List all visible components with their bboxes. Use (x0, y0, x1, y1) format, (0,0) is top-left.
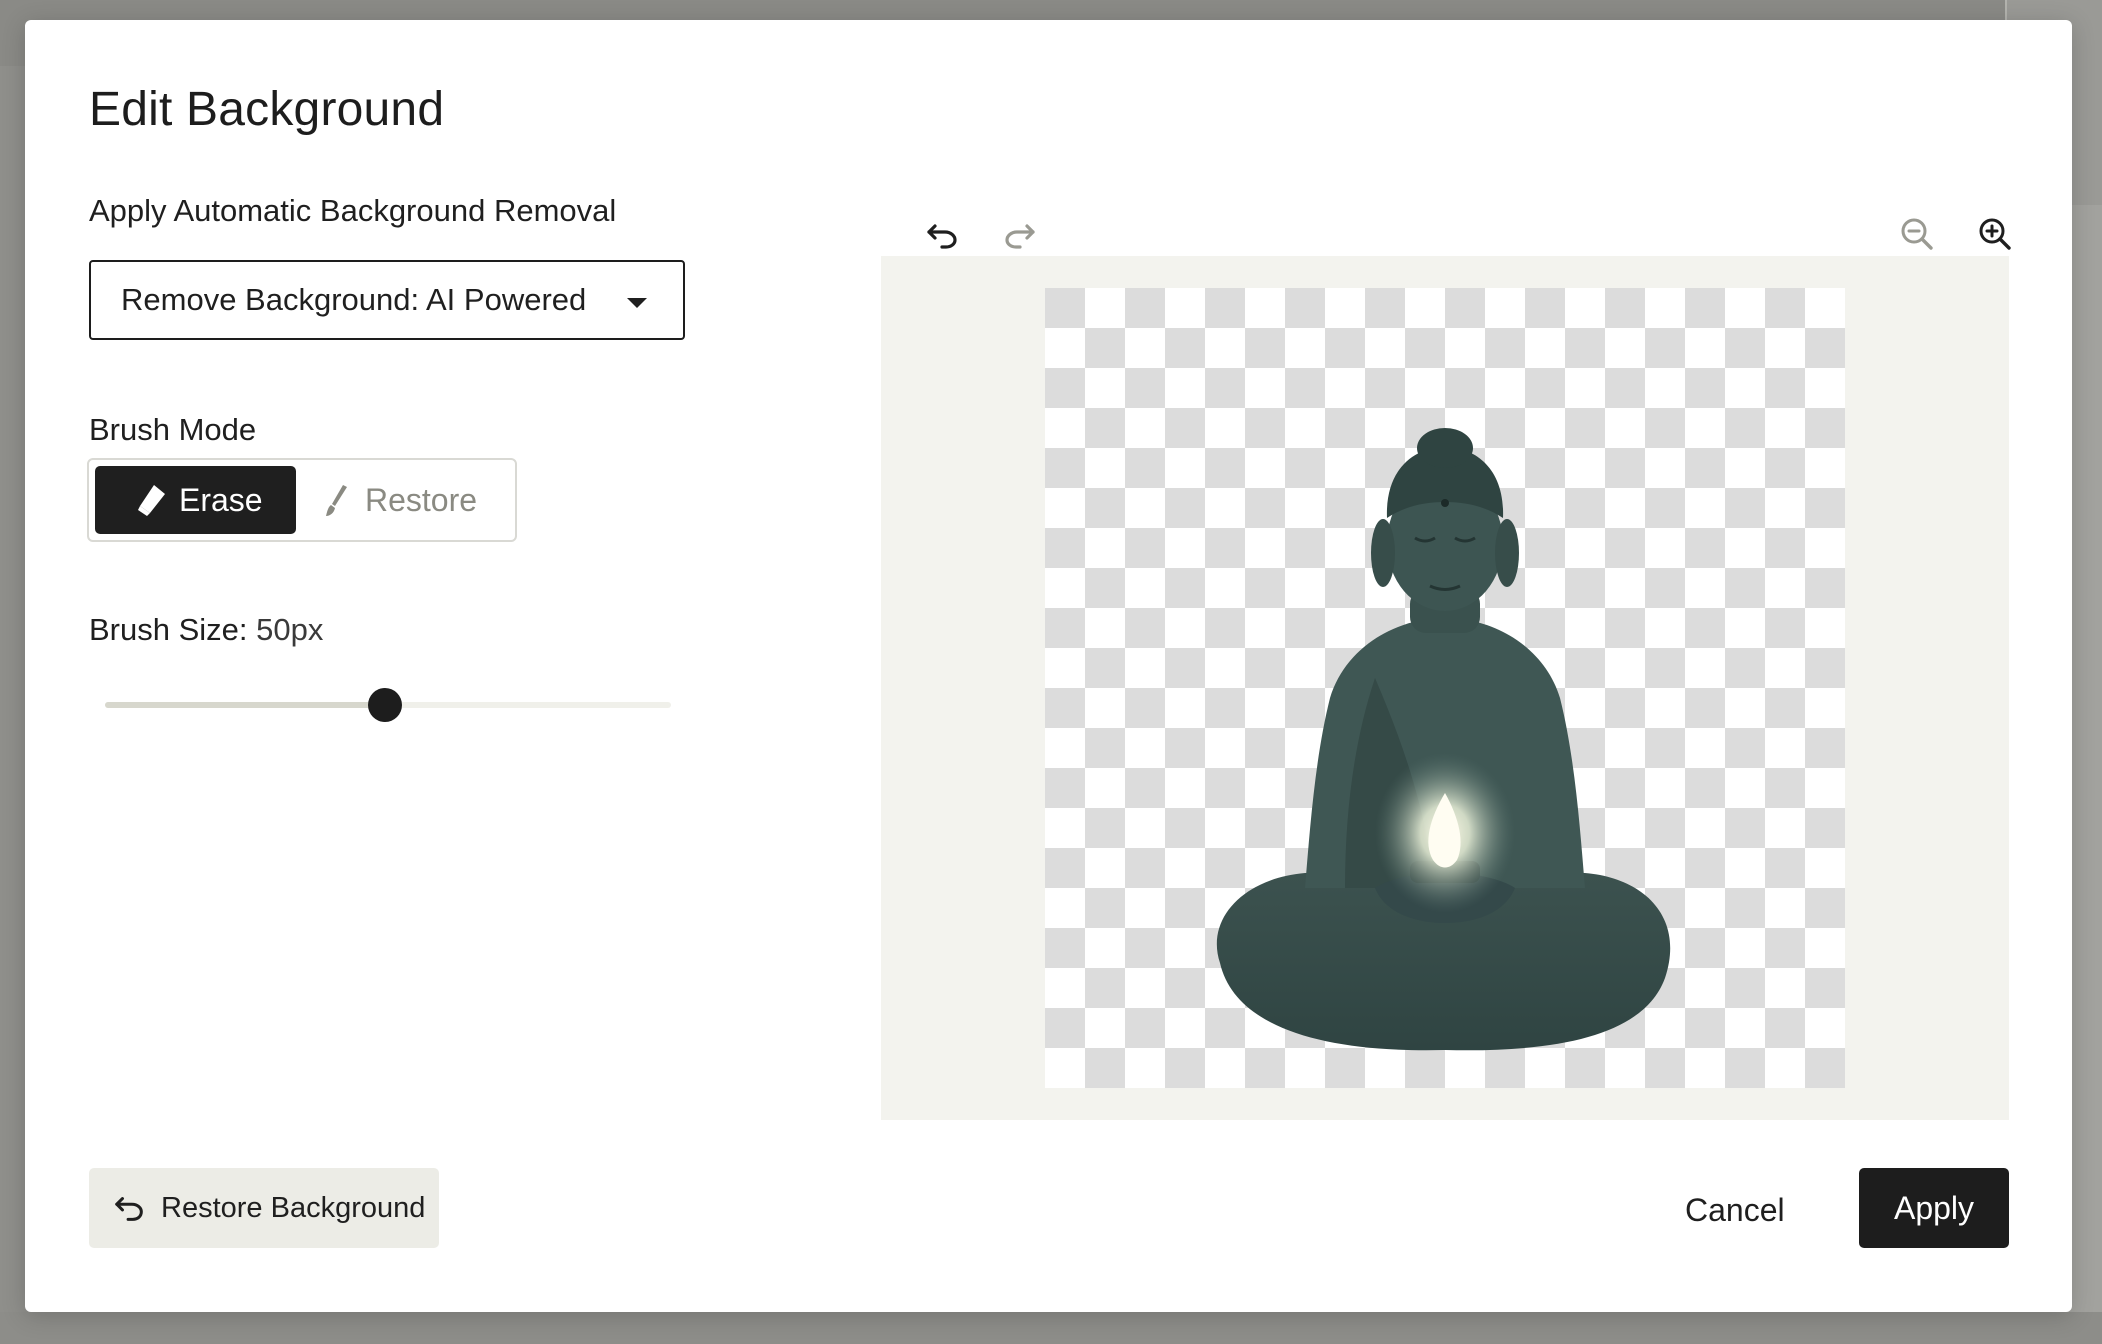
buddha-statue-image (1216, 428, 1671, 1051)
restore-mode-button[interactable]: Restore (315, 466, 505, 534)
restore-mode-label: Restore (365, 481, 478, 518)
erase-mode-button[interactable]: Erase (95, 466, 296, 534)
brush-size-label: Brush Size: 50px (89, 612, 323, 648)
slider-fill (105, 702, 385, 708)
brush-mode-label: Brush Mode (89, 412, 257, 447)
zoom-in-icon[interactable] (1977, 216, 2013, 252)
restore-background-button[interactable]: Restore Background (89, 1168, 439, 1248)
brush-size-title: Brush Size: (89, 612, 248, 647)
slider-thumb[interactable] (368, 688, 402, 722)
undo-icon (115, 1197, 143, 1221)
brush-icon (326, 485, 347, 516)
brush-mode-toggle: Erase Restore (87, 458, 517, 542)
edit-background-dialog: Edit Background Apply Automatic Backgrou… (25, 20, 2072, 1312)
eraser-icon (138, 485, 165, 516)
erase-mode-label: Erase (179, 481, 263, 518)
apply-button[interactable]: Apply (1859, 1168, 2009, 1248)
dropdown-selected-value: Remove Background: AI Powered (121, 282, 587, 317)
dialog-title: Edit Background (89, 83, 445, 136)
chevron-down-icon (627, 298, 647, 308)
cancel-button[interactable]: Cancel (1685, 1188, 1785, 1232)
zoom-out-icon[interactable] (1899, 216, 1935, 252)
image-canvas[interactable] (881, 256, 2009, 1120)
brush-size-slider[interactable] (105, 688, 671, 722)
brush-size-value: 50px (256, 612, 324, 647)
backdrop-bottom (0, 1312, 2102, 1344)
redo-icon[interactable] (1001, 216, 1037, 252)
restore-background-label: Restore Background (161, 1191, 426, 1224)
background-removal-dropdown[interactable]: Remove Background: AI Powered (89, 260, 685, 340)
auto-removal-label: Apply Automatic Background Removal (89, 193, 617, 228)
undo-icon[interactable] (925, 216, 961, 252)
